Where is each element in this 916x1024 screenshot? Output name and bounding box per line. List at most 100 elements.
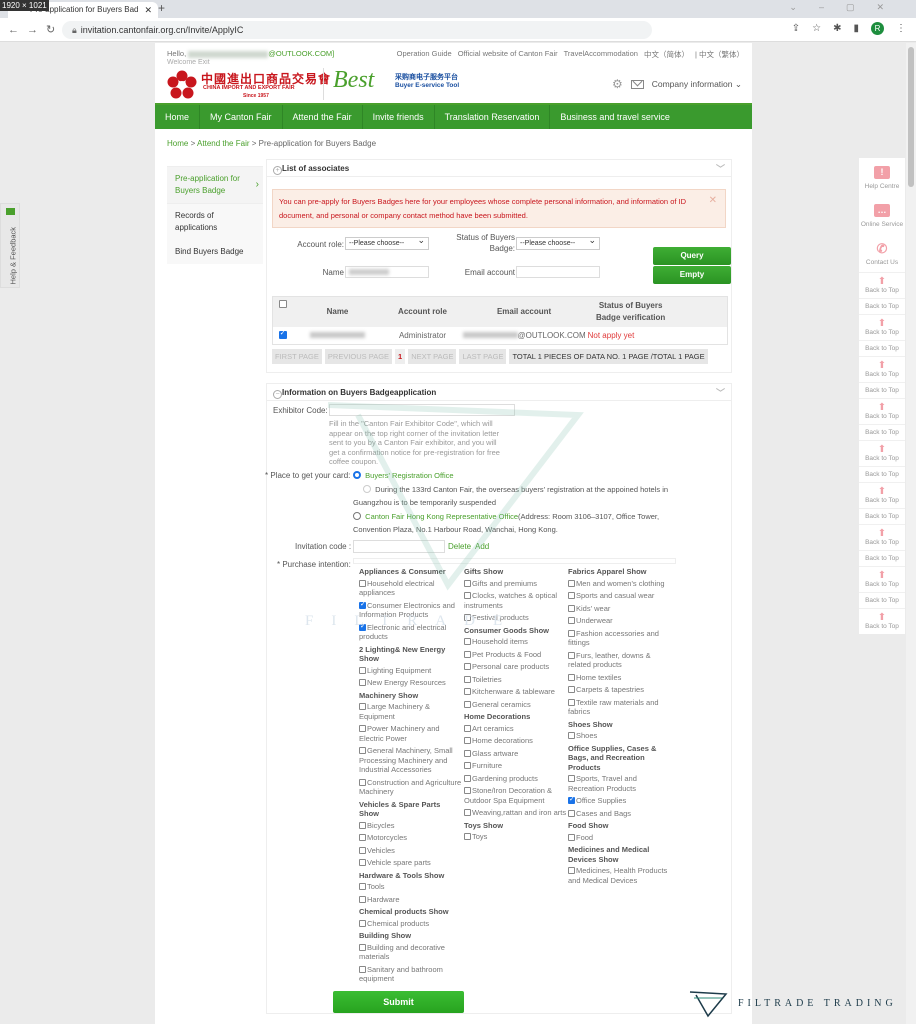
- place-option-registration-office[interactable]: Buyers' Registration Office: [353, 469, 683, 482]
- purchase-checkbox[interactable]: [464, 675, 471, 683]
- name-input[interactable]: [345, 266, 429, 278]
- last-page-button[interactable]: LAST PAGE: [459, 349, 507, 364]
- close-tab-icon[interactable]: ✕: [144, 5, 152, 16]
- sidepanel-icon[interactable]: ▮: [853, 23, 859, 34]
- nav-invite-friends[interactable]: Invite friends: [363, 105, 435, 129]
- purchase-option[interactable]: General ceramics: [464, 700, 567, 710]
- page-scrollbar[interactable]: [906, 43, 916, 1024]
- place-option-hong-kong[interactable]: Canton Fair Hong Kong Representative Off…: [353, 510, 683, 536]
- profile-avatar[interactable]: R: [871, 22, 884, 35]
- purchase-checkbox[interactable]: [568, 592, 575, 599]
- nav-buttons[interactable]: ←→↻: [8, 23, 63, 36]
- purchase-option[interactable]: Underwear: [568, 616, 671, 626]
- purchase-checkbox[interactable]: [464, 833, 471, 840]
- previous-page-button[interactable]: PREVIOUS PAGE: [324, 349, 393, 364]
- help-centre-button[interactable]: ! Help Centre: [859, 158, 905, 196]
- purchase-option[interactable]: Glass artware: [464, 749, 567, 759]
- purchase-checkbox[interactable]: [568, 732, 575, 739]
- back-to-top-button[interactable]: Back to Top: [859, 424, 905, 440]
- purchase-checkbox[interactable]: [464, 809, 471, 816]
- purchase-checkbox[interactable]: [568, 795, 575, 805]
- purchase-option[interactable]: Motorcycles: [359, 833, 462, 843]
- purchase-option[interactable]: Sanitary and bathroom equipment: [359, 965, 462, 984]
- purchase-option[interactable]: Home textiles: [568, 673, 671, 683]
- purchase-checkbox[interactable]: [568, 686, 575, 693]
- purchase-option[interactable]: Stone/Iron Decoration & Outdoor Spa Equi…: [464, 786, 567, 805]
- purchase-checkbox[interactable]: [568, 867, 575, 874]
- purchase-option[interactable]: Toiletries: [464, 675, 567, 685]
- online-service-button[interactable]: … Online Service: [859, 196, 905, 234]
- purchase-option[interactable]: Gardening products: [464, 774, 567, 784]
- back-to-top-button[interactable]: Back to Top: [859, 382, 905, 398]
- purchase-option[interactable]: Chemical products: [359, 919, 462, 929]
- gear-icon[interactable]: ⚙: [612, 77, 623, 91]
- puzzle-icon[interactable]: ✱: [833, 23, 841, 34]
- url-field[interactable]: 🔒︎ invitation.cantonfair.org.cn/Invite/Ap…: [62, 21, 652, 39]
- purchase-checkbox[interactable]: [568, 775, 575, 782]
- back-to-top-button[interactable]: Back to Top: [859, 466, 905, 482]
- company-info-dropdown[interactable]: Company information ⌄: [652, 79, 742, 90]
- purchase-checkbox[interactable]: [464, 762, 471, 769]
- travel-accommodation-link[interactable]: TravelAccommodation: [564, 49, 638, 60]
- purchase-option[interactable]: Household electrical appliances: [359, 579, 462, 598]
- purchase-option[interactable]: Building and decorative materials: [359, 943, 462, 962]
- select-all-checkbox[interactable]: [278, 300, 287, 308]
- star-icon[interactable]: ☆: [812, 23, 821, 34]
- purchase-checkbox[interactable]: [568, 604, 575, 612]
- purchase-option[interactable]: Furs, leather, downs & related products: [568, 651, 671, 670]
- submit-button[interactable]: Submit: [333, 991, 464, 1013]
- purchase-option[interactable]: Tools: [359, 882, 462, 892]
- purchase-checkbox[interactable]: [359, 747, 366, 754]
- radio-selected[interactable]: [353, 471, 361, 479]
- breadcrumb-home[interactable]: Home: [167, 139, 188, 148]
- purchase-option[interactable]: Food: [568, 833, 671, 843]
- back-to-top-button[interactable]: ⬆ Back to Top: [859, 440, 905, 466]
- breadcrumb-attend[interactable]: Attend the Fair: [197, 139, 249, 148]
- purchase-checkbox[interactable]: [464, 592, 471, 599]
- purchase-option[interactable]: Gifts and premiums: [464, 579, 567, 589]
- purchase-checkbox[interactable]: [464, 650, 471, 658]
- new-tab-icon[interactable]: +: [158, 1, 165, 15]
- purchase-checkbox[interactable]: [464, 787, 471, 794]
- purchase-option[interactable]: New Energy Resources: [359, 678, 462, 688]
- purchase-checkbox[interactable]: [568, 651, 575, 659]
- help-feedback-tab[interactable]: Help & Feedback: [0, 203, 20, 288]
- purchase-option[interactable]: Power Machinery and Electric Power: [359, 724, 462, 743]
- purchase-option[interactable]: Men and women's clothing: [568, 579, 671, 589]
- purchase-option[interactable]: Medicines, Health Products and Medical D…: [568, 866, 671, 885]
- purchase-checkbox[interactable]: [359, 919, 366, 927]
- purchase-checkbox[interactable]: [359, 895, 366, 903]
- canton-fair-logo-icon[interactable]: [167, 70, 197, 100]
- purchase-checkbox[interactable]: [359, 883, 366, 890]
- purchase-option[interactable]: Toys: [464, 832, 567, 842]
- badge-info-header[interactable]: − Information on Buyers Badgeapplication ﹀: [267, 384, 731, 401]
- back-to-top-button[interactable]: ⬆ Back to Top: [859, 608, 905, 634]
- purchase-checkbox[interactable]: [464, 688, 471, 695]
- purchase-checkbox[interactable]: [464, 737, 471, 744]
- purchase-checkbox[interactable]: [464, 638, 471, 645]
- purchase-option[interactable]: Kids' wear: [568, 604, 671, 614]
- account-role-select[interactable]: --Please choose--: [345, 235, 429, 250]
- radio-unselected[interactable]: [353, 512, 361, 520]
- purchase-option[interactable]: Fashion accessories and fittings: [568, 629, 671, 648]
- purchase-option[interactable]: General Machinery, Small Processing Mach…: [359, 746, 462, 775]
- purchase-checkbox[interactable]: [568, 617, 575, 624]
- purchase-checkbox[interactable]: [568, 629, 575, 637]
- purchase-checkbox[interactable]: [359, 679, 366, 686]
- query-button[interactable]: Query: [653, 247, 731, 265]
- purchase-option[interactable]: Bicycles: [359, 821, 462, 831]
- purchase-checkbox[interactable]: [359, 846, 366, 854]
- empty-button[interactable]: Empty: [653, 266, 731, 284]
- purchase-checkbox[interactable]: [359, 725, 366, 732]
- purchase-option[interactable]: Office Supplies: [568, 795, 671, 806]
- delete-link[interactable]: Delete: [448, 542, 471, 551]
- menu-icon[interactable]: ⋮: [896, 23, 906, 34]
- email-account-input[interactable]: [516, 266, 600, 278]
- back-to-top-button[interactable]: Back to Top: [859, 298, 905, 314]
- purchase-option[interactable]: Lighting Equipment: [359, 666, 462, 676]
- purchase-checkbox[interactable]: [359, 778, 366, 786]
- scrollbar-thumb[interactable]: [908, 47, 914, 187]
- purchase-option[interactable]: Weaving,rattan and iron arts: [464, 808, 567, 818]
- purchase-option[interactable]: Art ceramics: [464, 724, 567, 734]
- sidebar-item-pre-application[interactable]: Pre-application for Buyers Badge ›: [167, 166, 263, 204]
